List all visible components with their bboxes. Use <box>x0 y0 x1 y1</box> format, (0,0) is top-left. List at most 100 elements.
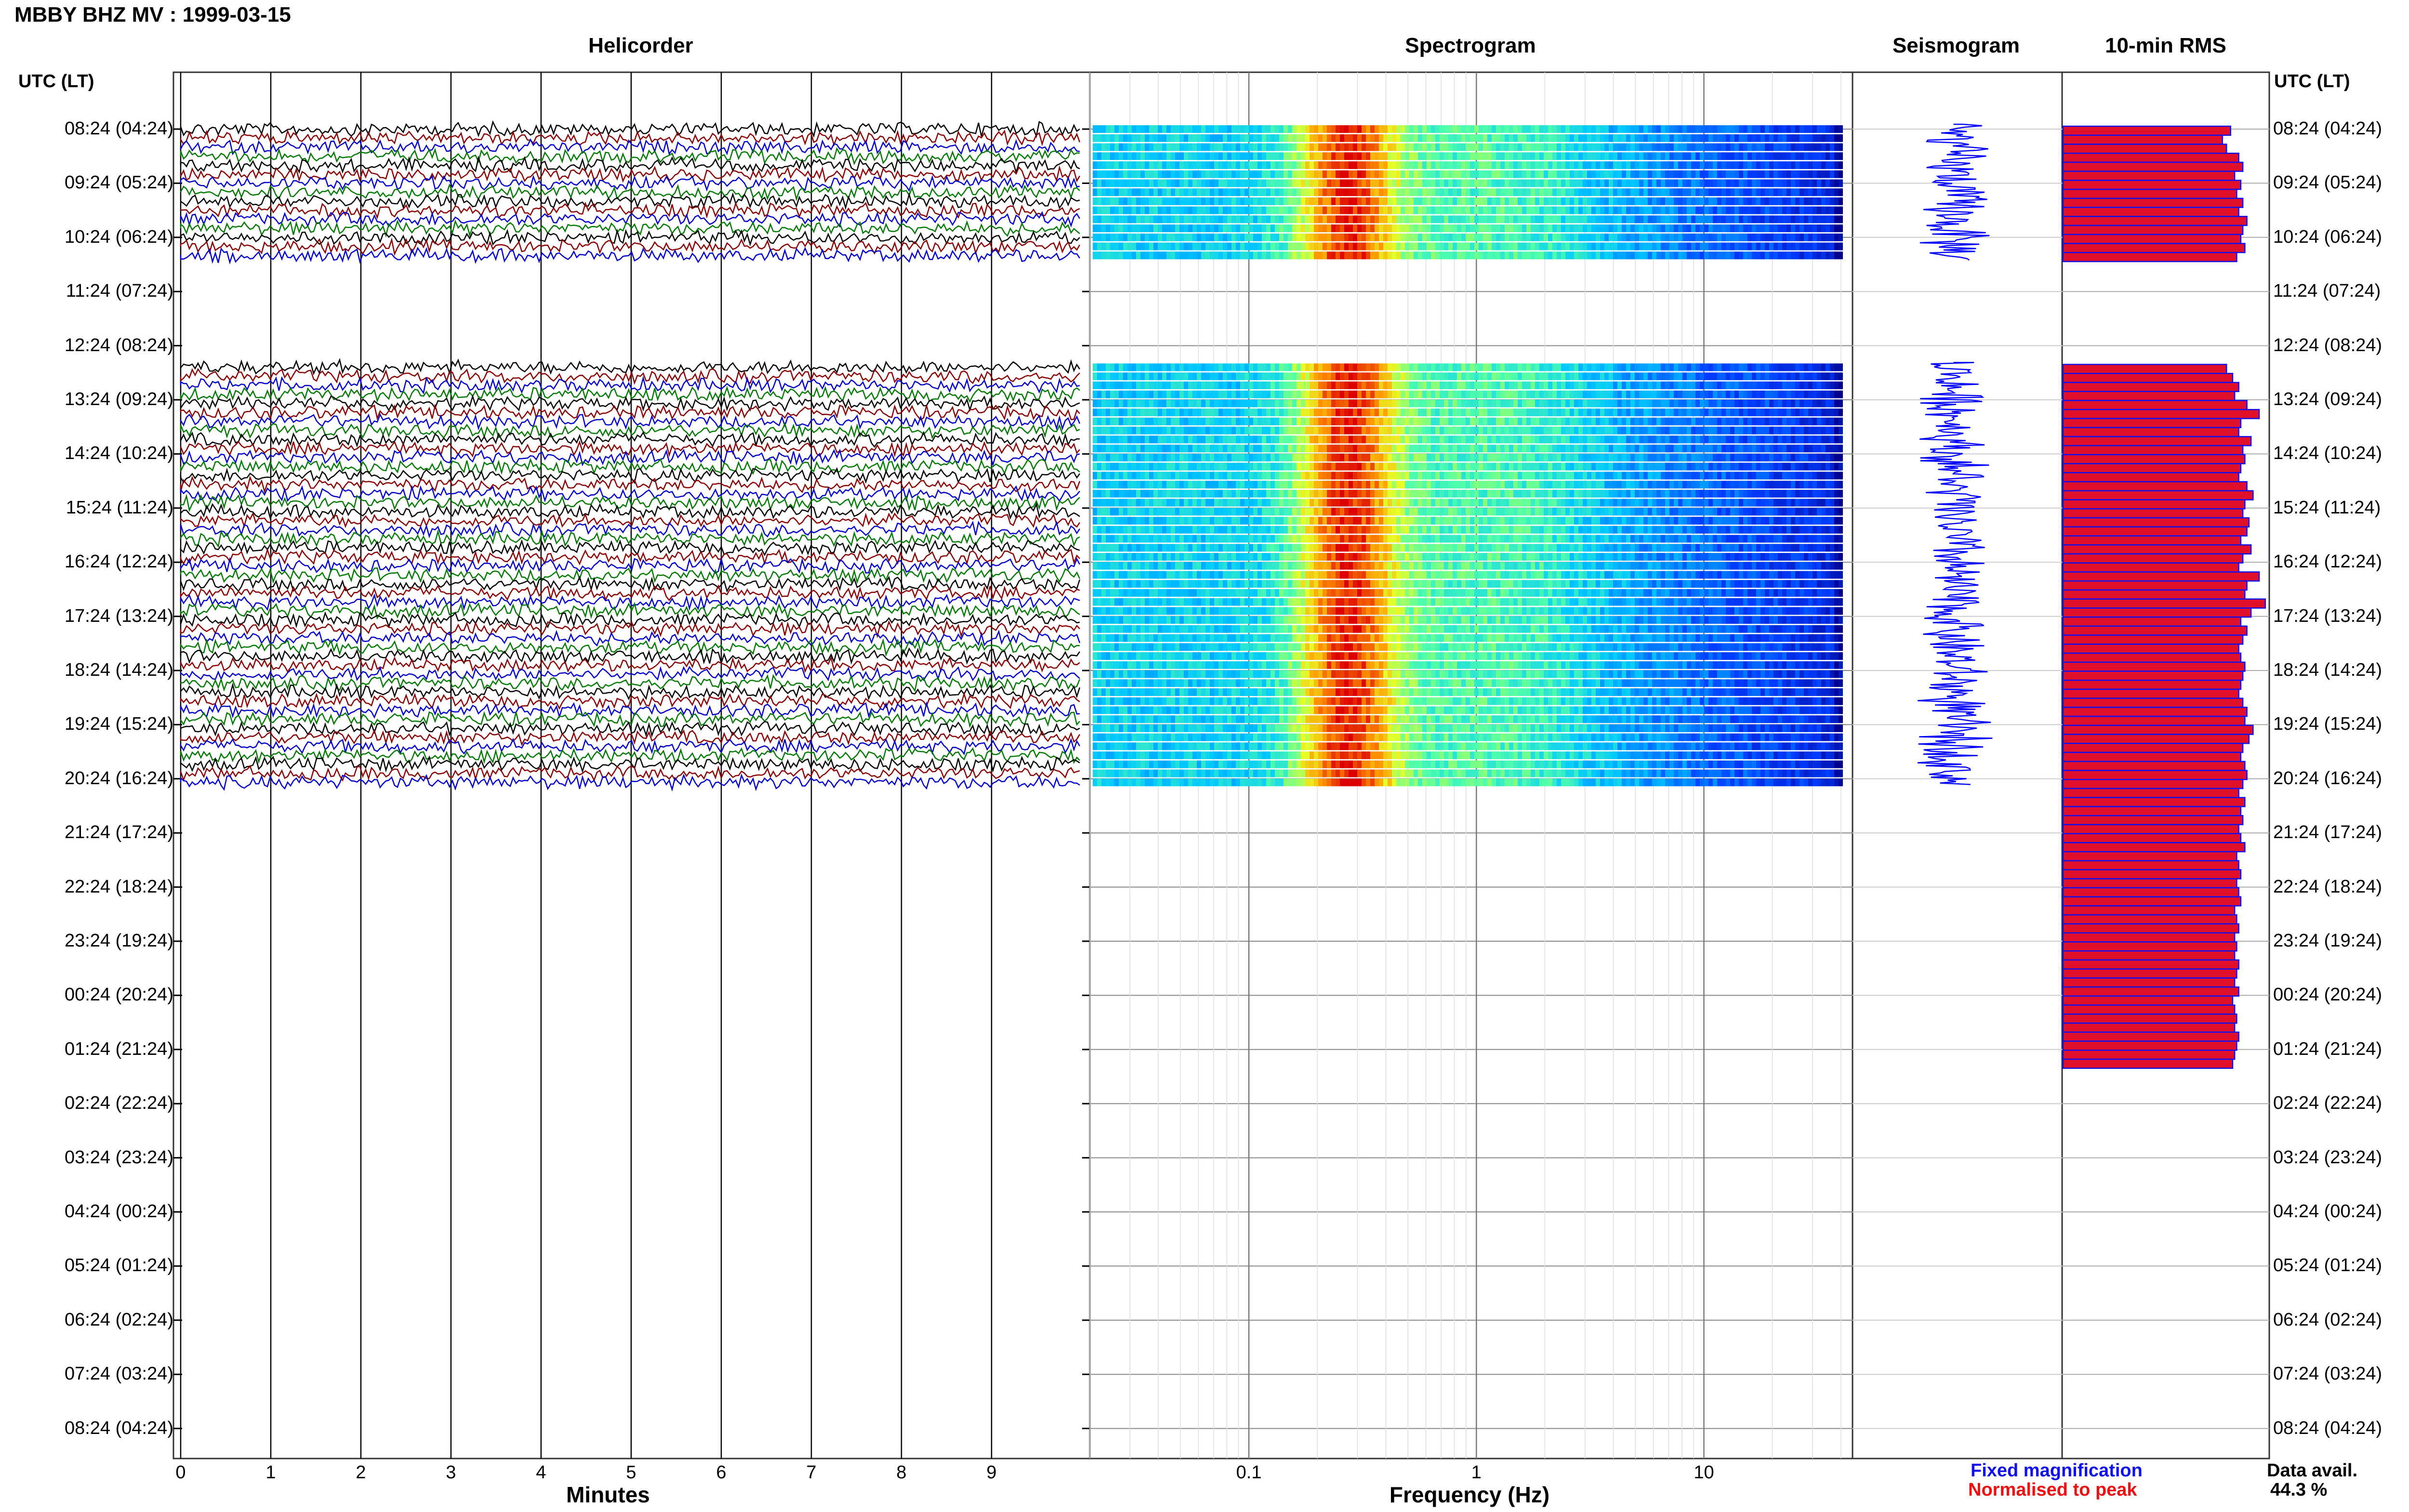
spectrogram-strip <box>1093 462 1843 471</box>
rms-bar <box>2062 941 2237 952</box>
spectrogram-strip <box>1093 652 1843 660</box>
rms-bar <box>2062 607 2252 618</box>
rms-bar <box>2062 644 2239 654</box>
helicorder-trace <box>180 228 1080 247</box>
helicorder-trace <box>180 765 1080 782</box>
spectrogram-strip <box>1093 778 1843 787</box>
rms-bar <box>2062 914 2237 925</box>
helicorder-trace <box>180 422 1080 439</box>
helicorder-trace <box>180 394 1080 412</box>
rms-bar <box>2062 180 2242 190</box>
rms-bar <box>2062 1013 2237 1024</box>
spectrogram-strip <box>1093 134 1843 142</box>
spectrogram-strip <box>1093 206 1843 214</box>
rms-bar <box>2062 234 2242 244</box>
rms-bar <box>2062 418 2242 428</box>
rms-bar <box>2062 815 2244 826</box>
rms-bar <box>2062 427 2239 437</box>
rms-bar <box>2062 580 2248 591</box>
spectrogram-strip <box>1093 453 1843 461</box>
spectrogram-strip <box>1093 435 1843 444</box>
spectrogram-strip <box>1093 224 1843 233</box>
rms-bar <box>2062 454 2246 464</box>
helicorder-trace <box>180 638 1080 657</box>
spectrogram-strip <box>1093 489 1843 498</box>
rms-bar <box>2062 252 2237 263</box>
rms-bar <box>2062 806 2242 816</box>
spectrogram-strip <box>1093 408 1843 417</box>
helicorder-trace <box>180 602 1080 620</box>
helicorder-trace <box>180 575 1081 593</box>
rms-bar <box>2062 481 2248 492</box>
rms-bar <box>2062 734 2250 744</box>
spectrogram-strip <box>1093 215 1843 224</box>
spectrogram-strip <box>1093 161 1843 169</box>
spectrogram-strip <box>1093 661 1843 669</box>
rms-bar <box>2062 463 2242 473</box>
spectrogram-strip <box>1093 399 1843 408</box>
spectrogram-strip <box>1093 143 1843 151</box>
rms-bar <box>2062 517 2250 528</box>
spectrogram-strip <box>1093 508 1843 516</box>
rms-bar <box>2062 224 2244 236</box>
rms-bar <box>2062 878 2237 889</box>
spectrogram-strip <box>1093 544 1843 552</box>
rms-bar <box>2062 652 2242 663</box>
spectrogram-strip <box>1093 580 1843 588</box>
rms-bar <box>2062 707 2248 717</box>
rms-bar <box>2062 688 2239 699</box>
spectrogram-strip <box>1093 381 1843 390</box>
spectrogram-strip <box>1093 679 1843 687</box>
rms-bar <box>2062 598 2266 609</box>
helicorder-trace <box>180 247 1081 265</box>
rms-bar <box>2062 1058 2234 1069</box>
spectrogram-strip <box>1093 233 1843 241</box>
rms-bar <box>2062 679 2242 690</box>
helicorder-trace <box>180 512 1081 528</box>
helicorder-trace <box>180 219 1080 238</box>
helicorder-trace <box>180 773 1080 792</box>
helicorder-trace <box>180 138 1080 156</box>
spectrogram-strip <box>1093 170 1843 178</box>
rms-bar <box>2062 824 2239 834</box>
helicorder-trace <box>180 192 1080 210</box>
spectrogram-strip <box>1093 526 1843 534</box>
rms-bar <box>2062 905 2236 916</box>
rms-bar <box>2062 408 2260 420</box>
spectrogram-strip <box>1093 472 1843 480</box>
spectrogram-strip <box>1093 426 1843 434</box>
spectrogram-strip <box>1093 697 1843 705</box>
spectrogram-strip <box>1093 372 1843 381</box>
rms-bar <box>2062 842 2246 853</box>
spectrogram-strip <box>1093 760 1843 768</box>
spectrogram-strip <box>1093 445 1843 453</box>
rms-bar <box>2062 400 2248 410</box>
spectrogram-strip <box>1093 517 1843 525</box>
spectrogram-strip <box>1093 499 1843 507</box>
spectrogram-strip <box>1093 481 1843 489</box>
rms-bar <box>2062 373 2234 383</box>
helicorder-trace <box>180 729 1081 746</box>
helicorder-trace <box>180 147 1080 166</box>
rms-bar <box>2062 715 2246 726</box>
spectrogram-strip <box>1093 197 1843 205</box>
rms-bar <box>2062 833 2242 843</box>
spectrogram-strip <box>1093 125 1843 133</box>
rms-bar <box>2062 553 2244 564</box>
rms-bar <box>2062 797 2246 807</box>
rms-bar <box>2062 381 2239 393</box>
helicorder-trace <box>180 674 1081 693</box>
rms-bar <box>2062 197 2244 208</box>
rms-bar <box>2062 788 2239 799</box>
rms-bar <box>2062 968 2237 979</box>
rms-bar <box>2062 207 2239 217</box>
helicorder-trace <box>180 358 1081 376</box>
rms-bar <box>2062 616 2242 627</box>
rms-bar <box>2062 1004 2236 1015</box>
rms-bar <box>2062 1050 2236 1060</box>
rms-bar <box>2062 1040 2237 1051</box>
spectrogram-strip <box>1093 733 1843 741</box>
rms-bar <box>2062 860 2239 870</box>
seismogram-trace <box>1917 362 1993 785</box>
rms-bar <box>2062 932 2236 943</box>
